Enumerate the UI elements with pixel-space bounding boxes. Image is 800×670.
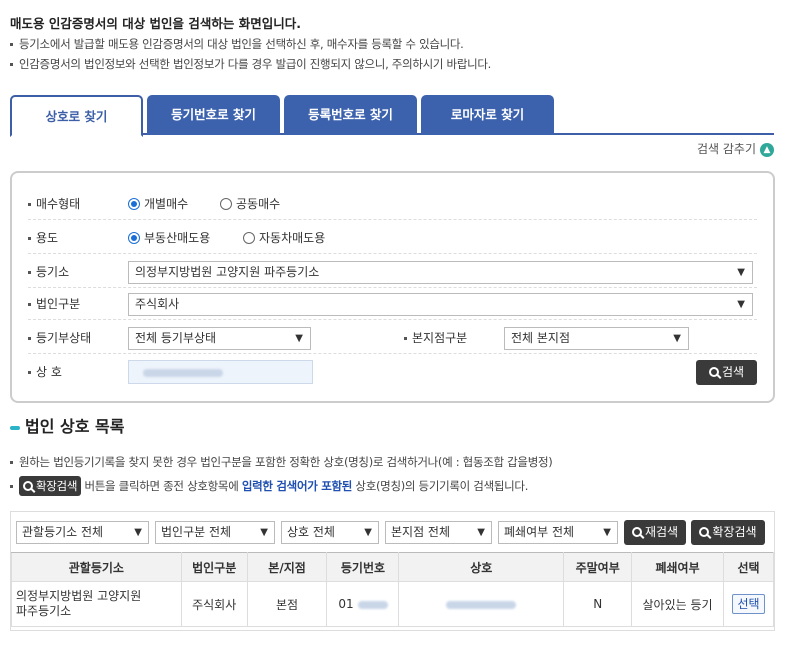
tab-name-search[interactable]: 상호로 찾기 — [10, 95, 143, 137]
bullet-icon — [10, 485, 13, 488]
chevron-down-icon: ▼ — [477, 527, 485, 538]
col-corp-type: 법인구분 — [180, 552, 248, 582]
filter-corp-type[interactable]: 법인구분 전체 ▼ — [155, 521, 275, 544]
cell-corp-type: 주식회사 — [180, 581, 248, 627]
search-icon — [708, 366, 719, 377]
radio-unchecked-icon — [243, 231, 255, 244]
cell-registry: 의정부지방법원 고양지원 파주등기소 — [11, 581, 182, 627]
row-registry: 등기소 의정부지방법원 고양지원 파주등기소 ▼ — [28, 257, 757, 288]
name-label: 상 호 — [28, 357, 62, 387]
table-header-row: 관할등기소 법인구분 본/지점 등기번호 상호 주말여부 폐쇄여부 선택 — [11, 552, 775, 582]
results-note-2: 확장검색 버튼을 클릭하면 종전 상호항목에 입력한 검색어가 포함된 상호(명… — [10, 475, 528, 497]
branch-type-select[interactable]: 전체 본지점 ▼ — [504, 327, 689, 350]
name-input[interactable] — [128, 360, 313, 384]
select-button[interactable]: 선택 — [732, 594, 765, 614]
registry-label: 등기소 — [28, 257, 69, 287]
research-button[interactable]: 재검색 — [624, 520, 686, 545]
usage-label: 용도 — [28, 223, 58, 253]
intro-title: 매도용 인감증명서의 대상 법인을 검색하는 화면입니다. — [10, 16, 302, 31]
results-note-1: 원하는 법인등기기록을 찾지 못한 경우 법인구분을 포함한 정확한 상호(명칭… — [10, 451, 553, 473]
filter-branch[interactable]: 본지점 전체 ▼ — [385, 521, 492, 544]
cell-select: 선택 — [722, 581, 775, 627]
extended-search-chip: 확장검색 — [19, 476, 82, 496]
radio-individual[interactable]: 개별매수 — [128, 189, 188, 219]
section-bar-icon — [10, 425, 20, 430]
search-panel: 매수형태 개별매수 공동매수 용도 부동산매도용 자동차매도용 등기소 의정부지… — [10, 171, 775, 403]
registry-select[interactable]: 의정부지방법원 고양지원 파주등기소 ▼ — [128, 261, 753, 284]
search-button[interactable]: 검색 — [696, 360, 757, 385]
search-icon — [699, 526, 710, 537]
chevron-down-icon: ▼ — [134, 527, 142, 538]
row-purchase-type: 매수형태 개별매수 공동매수 — [28, 189, 757, 220]
radio-checked-icon — [128, 231, 140, 244]
branch-type-label: 본지점구분 — [404, 323, 467, 353]
col-closed: 폐쇄여부 — [631, 552, 724, 582]
bullet-icon — [10, 63, 13, 66]
results-section-title: 법인 상호 목록 — [10, 416, 124, 438]
results-table: 관할등기소 법인구분 본/지점 등기번호 상호 주말여부 폐쇄여부 선택 의정부… — [11, 552, 775, 627]
search-icon — [23, 480, 33, 491]
intro-section: 매도용 인감증명서의 대상 법인을 검색하는 화면입니다. 등기소에서 발급할 … — [10, 14, 790, 74]
redacted-text — [446, 600, 517, 609]
col-reg-no: 등기번호 — [326, 552, 400, 582]
cell-branch: 본점 — [246, 581, 328, 627]
reg-status-label: 등기부상태 — [28, 323, 91, 353]
table-row: 의정부지방법원 고양지원 파주등기소 주식회사 본점 01 N 살아있는 등기 선… — [11, 581, 775, 627]
intro-line-2: 인감증명서의 법인정보와 선택한 법인정보가 다를 경우 발급이 진행되지 않으… — [10, 54, 790, 74]
search-icon — [631, 526, 642, 537]
redacted-text — [143, 369, 223, 377]
col-name: 상호 — [398, 552, 565, 582]
chevron-down-icon: ▼ — [364, 527, 372, 538]
results-box: 관할등기소 전체 ▼ 법인구분 전체 ▼ 상호 전체 ▼ 본지점 전체 ▼ 폐쇄여부 전… — [10, 511, 775, 631]
cell-reg-no: 01 — [326, 581, 400, 627]
col-weekend: 주말여부 — [563, 552, 633, 582]
row-name: 상 호 검색 — [28, 357, 757, 388]
chevron-down-icon: ▼ — [295, 333, 303, 344]
radio-real-estate[interactable]: 부동산매도용 — [128, 223, 210, 253]
intro-line-1: 등기소에서 발급할 매도용 인감증명서의 대상 법인을 선택하신 후, 매수자를… — [10, 34, 790, 54]
redacted-text — [357, 600, 388, 609]
row-status: 등기부상태 전체 등기부상태 ▼ 본지점구분 전체 본지점 ▼ — [28, 323, 757, 354]
chevron-down-icon: ▼ — [673, 333, 681, 344]
radio-unchecked-icon — [220, 197, 232, 210]
tab-reg-number-search[interactable]: 등기번호로 찾기 — [147, 95, 280, 135]
col-select: 선택 — [722, 552, 775, 582]
bullet-icon — [10, 461, 13, 464]
chevron-down-icon: ▼ — [603, 527, 611, 538]
extended-search-button[interactable]: 확장검색 — [691, 520, 765, 545]
filter-registry[interactable]: 관할등기소 전체 ▼ — [16, 521, 149, 544]
chevron-down-icon: ▼ — [737, 267, 745, 278]
col-branch: 본/지점 — [246, 552, 328, 582]
tab-corp-number-search[interactable]: 등록번호로 찾기 — [284, 95, 417, 135]
search-tabs: 상호로 찾기 등기번호로 찾기 등록번호로 찾기 로마자로 찾기 — [10, 95, 774, 137]
filter-name[interactable]: 상호 전체 ▼ — [281, 521, 379, 544]
radio-vehicle[interactable]: 자동차매도용 — [243, 223, 325, 253]
tab-roman-search[interactable]: 로마자로 찾기 — [421, 95, 554, 135]
row-corp-type: 법인구분 주식회사 ▼ — [28, 289, 757, 320]
cell-weekend: N — [563, 581, 633, 627]
cell-name — [398, 581, 565, 627]
corp-type-label: 법인구분 — [28, 289, 80, 319]
col-registry: 관할등기소 — [11, 552, 182, 582]
fold-search-toggle[interactable]: 검색 감추기 ▲ — [697, 140, 774, 158]
bullet-icon — [10, 43, 13, 46]
radio-checked-icon — [128, 197, 140, 210]
filter-closed[interactable]: 폐쇄여부 전체 ▼ — [498, 521, 618, 544]
chevron-down-icon: ▼ — [260, 527, 268, 538]
radio-joint[interactable]: 공동매수 — [220, 189, 280, 219]
chevron-up-icon: ▲ — [760, 142, 774, 157]
corp-type-select[interactable]: 주식회사 ▼ — [128, 293, 753, 316]
purchase-type-label: 매수형태 — [28, 189, 80, 219]
chevron-down-icon: ▼ — [737, 299, 745, 310]
reg-status-select[interactable]: 전체 등기부상태 ▼ — [128, 327, 311, 350]
cell-closed: 살아있는 등기 — [631, 581, 724, 627]
row-usage: 용도 부동산매도용 자동차매도용 — [28, 223, 757, 254]
